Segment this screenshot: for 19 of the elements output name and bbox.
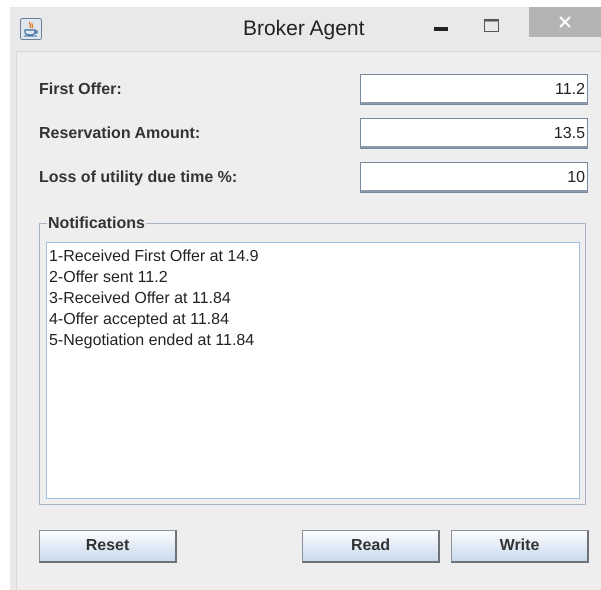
input-field[interactable]: 10 [360, 162, 588, 193]
notification-text: 3-Received Offer at 11.84 [49, 289, 232, 309]
input-field[interactable]: 11.2 [360, 74, 588, 105]
field-label: First Offer: [39, 80, 122, 98]
notification-text: 1-Received First Offer at 14.9 [49, 247, 260, 267]
close-icon [558, 15, 572, 29]
close-button[interactable] [529, 7, 601, 37]
notification-text: 5-Negotiation ended at 11.84 [49, 331, 256, 351]
push-button[interactable]: Reset [39, 530, 177, 563]
notification-text: 2-Offer sent 11.2 [49, 268, 169, 288]
notification-text: 4-Offer accepted at 11.84 [49, 310, 230, 330]
field-label: Loss of utility due time %: [39, 168, 238, 186]
input-field[interactable]: 13.5 [360, 118, 588, 149]
maximize-icon[interactable] [484, 18, 499, 32]
push-button[interactable]: Write [451, 530, 589, 563]
push-button[interactable]: Read [302, 530, 440, 563]
field-label: Reservation Amount: [39, 124, 200, 142]
window-title: Broker Agent [243, 17, 364, 41]
java-cup-icon [20, 18, 42, 40]
